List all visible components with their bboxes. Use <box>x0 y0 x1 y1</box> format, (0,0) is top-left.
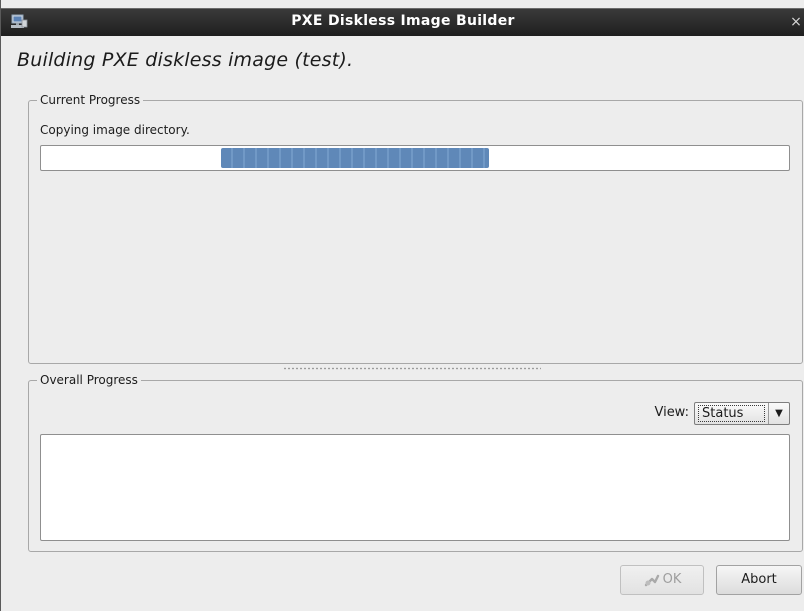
ok-checkmark-icon <box>644 574 659 586</box>
current-status-text: Copying image directory. <box>40 123 190 137</box>
view-dropdown-value: Status <box>698 405 765 422</box>
title-bar[interactable]: PXE Diskless Image Builder × <box>1 8 804 36</box>
view-dropdown[interactable]: Status ▼ <box>694 402 790 425</box>
dialog-window: PXE Diskless Image Builder × Building PX… <box>0 0 804 611</box>
close-icon[interactable]: × <box>789 14 803 30</box>
chevron-down-icon[interactable]: ▼ <box>768 403 789 424</box>
window-title: PXE Diskless Image Builder <box>291 13 515 29</box>
current-progress-group: Current Progress Copying image directory… <box>28 92 803 364</box>
ok-button[interactable]: OK <box>620 565 704 595</box>
current-progress-label: Current Progress <box>37 92 144 108</box>
overall-progress-label: Overall Progress <box>37 372 141 388</box>
ok-button-label: OK <box>662 572 682 587</box>
overall-log-area[interactable] <box>40 434 790 541</box>
overall-progress-group: Overall Progress View: Status ▼ <box>28 372 803 552</box>
page-title: Building PXE diskless image (test). <box>17 49 354 71</box>
abort-button[interactable]: Abort <box>716 565 802 595</box>
progress-indicator <box>221 148 489 168</box>
view-label: View: <box>654 405 689 420</box>
current-progress-bar <box>40 145 790 171</box>
split-pane-divider[interactable] <box>283 367 541 370</box>
